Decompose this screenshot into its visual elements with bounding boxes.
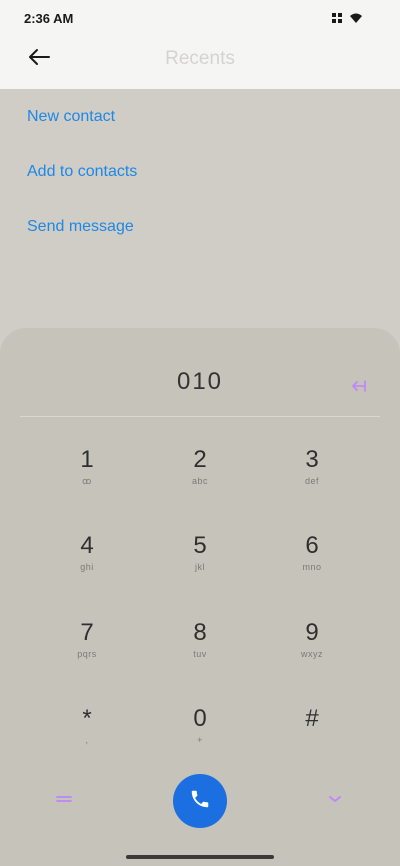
page-title: Recents [165,48,235,69]
key-5[interactable]: 5 jkl [160,531,240,603]
add-to-contacts-link[interactable]: Add to contacts [0,144,400,199]
chevron-down-icon [323,794,347,811]
phone-icon [189,788,211,815]
key-digit: 0 [193,705,207,732]
key-digit: 5 [193,532,207,559]
key-1[interactable]: 1 ꝏ [47,445,127,517]
key-letters: tuv [193,649,207,659]
key-digit: 8 [193,619,207,646]
menu-button[interactable] [52,791,76,807]
menu-icon [52,794,76,811]
send-message-link[interactable]: Send message [0,199,400,254]
key-digit: 4 [80,532,94,559]
dialpad: 010 1 ꝏ 2 abc 3 def 4 ghi 5 jkl 6 mno 7 … [0,328,400,866]
key-digit: 7 [80,619,94,646]
call-button[interactable] [173,774,227,828]
status-time: 2:36 AM [24,11,74,26]
key-star[interactable]: * , [47,704,127,776]
key-letters: wxyz [301,649,323,659]
key-letters: ghi [80,562,94,572]
key-digit: # [305,705,319,732]
key-7[interactable]: 7 pqrs [47,618,127,690]
key-letters: jkl [195,562,205,572]
key-digit: 2 [193,446,207,473]
backspace-button[interactable] [350,377,370,395]
key-2[interactable]: 2 abc [160,445,240,517]
status-icons [332,10,382,28]
key-letters: abc [191,476,208,486]
key-digit: * [82,705,92,732]
key-letters: def [304,476,319,486]
key-letters: mno [302,562,322,572]
grid-icon [332,10,342,28]
key-letters: + [197,735,203,745]
key-letters: pqrs [77,649,97,659]
key-6[interactable]: 6 mno [272,531,352,603]
divider [20,416,380,417]
key-hash[interactable]: # [272,704,352,776]
collapse-button[interactable] [323,791,347,807]
key-digit: 1 [80,446,94,473]
key-letters: ꝏ [82,476,92,486]
key-3[interactable]: 3 def [272,445,352,517]
key-letters: , [85,735,89,745]
battery-icon [370,10,382,28]
key-0[interactable]: 0 + [160,704,240,776]
dial-entry[interactable]: 010 [0,368,400,396]
key-digit: 6 [305,532,319,559]
key-9[interactable]: 9 wxyz [272,618,352,690]
key-4[interactable]: 4 ghi [47,531,127,603]
backspace-icon [350,380,370,399]
home-indicator[interactable] [126,855,274,859]
key-digit: 9 [305,619,319,646]
key-digit: 3 [305,446,319,473]
top-bar: 2:36 AM Recents [0,0,400,89]
new-contact-link[interactable]: New contact [0,89,400,144]
key-8[interactable]: 8 tuv [160,618,240,690]
wifi-icon [350,10,362,28]
action-list: New contact Add to contacts Send message [0,89,400,254]
